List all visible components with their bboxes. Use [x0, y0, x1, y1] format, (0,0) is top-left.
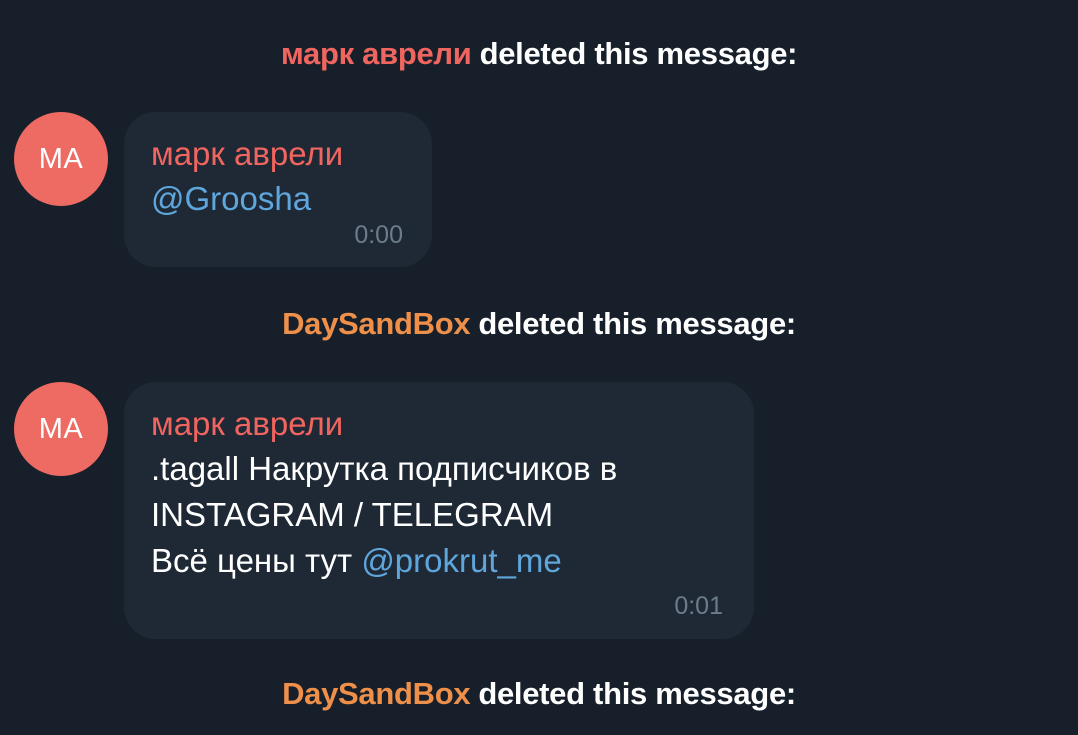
avatar-initials: MA: [38, 142, 84, 175]
avatar[interactable]: MA: [14, 112, 108, 206]
message-bubble[interactable]: марк аврели @Groosha 0:00: [124, 112, 432, 267]
service-actor-name[interactable]: марк аврели: [281, 36, 472, 71]
service-message: марк аврели deleted this message:: [0, 36, 1078, 72]
mention-link[interactable]: @Groosha: [151, 180, 311, 217]
message-text-line: INSTAGRAM / TELEGRAM: [151, 496, 554, 533]
message-time: 0:01: [674, 592, 723, 620]
mention-link[interactable]: @prokrut_me: [361, 542, 561, 579]
sender-name[interactable]: марк аврели: [151, 404, 726, 444]
service-text: deleted this message:: [479, 36, 798, 71]
service-actor-name[interactable]: DaySandBox: [282, 306, 471, 341]
service-text: deleted this message:: [478, 306, 796, 341]
message-text-line: Всё цены тут @prokrut_me: [151, 538, 726, 584]
service-message: DaySandBox deleted this message:: [0, 676, 1078, 712]
service-message: DaySandBox deleted this message:: [0, 306, 1078, 342]
message-time: 0:00: [354, 221, 403, 249]
message-text: @Groosha: [151, 176, 404, 222]
sender-name[interactable]: марк аврели: [151, 134, 404, 174]
message-text-line: .tagall Накрутка подписчиков в: [151, 450, 618, 487]
message-text-prefix: Всё цены тут: [151, 542, 353, 579]
message-bubble[interactable]: марк аврели .tagall Накрутка подписчиков…: [124, 382, 754, 639]
service-text: deleted this message:: [478, 676, 796, 711]
avatar[interactable]: MA: [14, 382, 108, 476]
avatar-initials: MA: [38, 412, 84, 445]
service-actor-name[interactable]: DaySandBox: [282, 676, 471, 711]
